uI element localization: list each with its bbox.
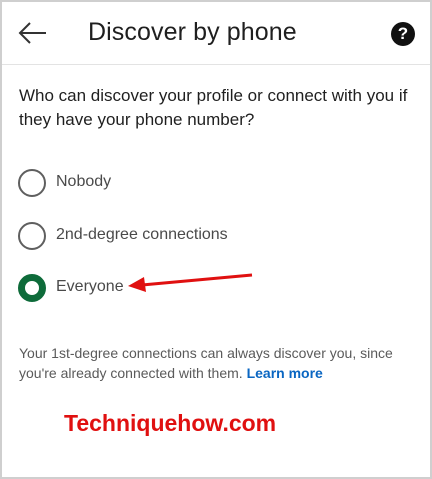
option-label: 2nd-degree connections bbox=[56, 226, 228, 243]
radio-button[interactable] bbox=[18, 222, 46, 250]
back-button[interactable] bbox=[16, 18, 50, 48]
watermark: Techniquehow.com bbox=[64, 410, 277, 436]
page-title: Discover by phone bbox=[88, 18, 297, 46]
arrow-left-icon bbox=[18, 22, 46, 44]
radio-button[interactable] bbox=[18, 169, 46, 197]
radio-button-selected[interactable] bbox=[18, 274, 46, 302]
option-nobody[interactable]: Nobody bbox=[18, 169, 318, 199]
footnote: Your 1st-degree connections can always d… bbox=[19, 343, 414, 383]
question-circle-icon: ? bbox=[397, 24, 409, 43]
option-2nd-degree-connections[interactable]: 2nd-degree connections bbox=[18, 222, 318, 252]
privacy-question: Who can discover your profile or connect… bbox=[19, 86, 408, 129]
option-label: Nobody bbox=[56, 173, 112, 190]
help-button[interactable]: ? bbox=[391, 22, 415, 46]
annotation-arrow-icon bbox=[128, 273, 253, 292]
learn-more-link[interactable]: Learn more bbox=[247, 365, 323, 381]
footnote-text: Your 1st-degree connections can always d… bbox=[19, 345, 393, 381]
option-label: Everyone bbox=[56, 278, 124, 295]
top-bar: Discover by phone ? bbox=[2, 2, 430, 65]
